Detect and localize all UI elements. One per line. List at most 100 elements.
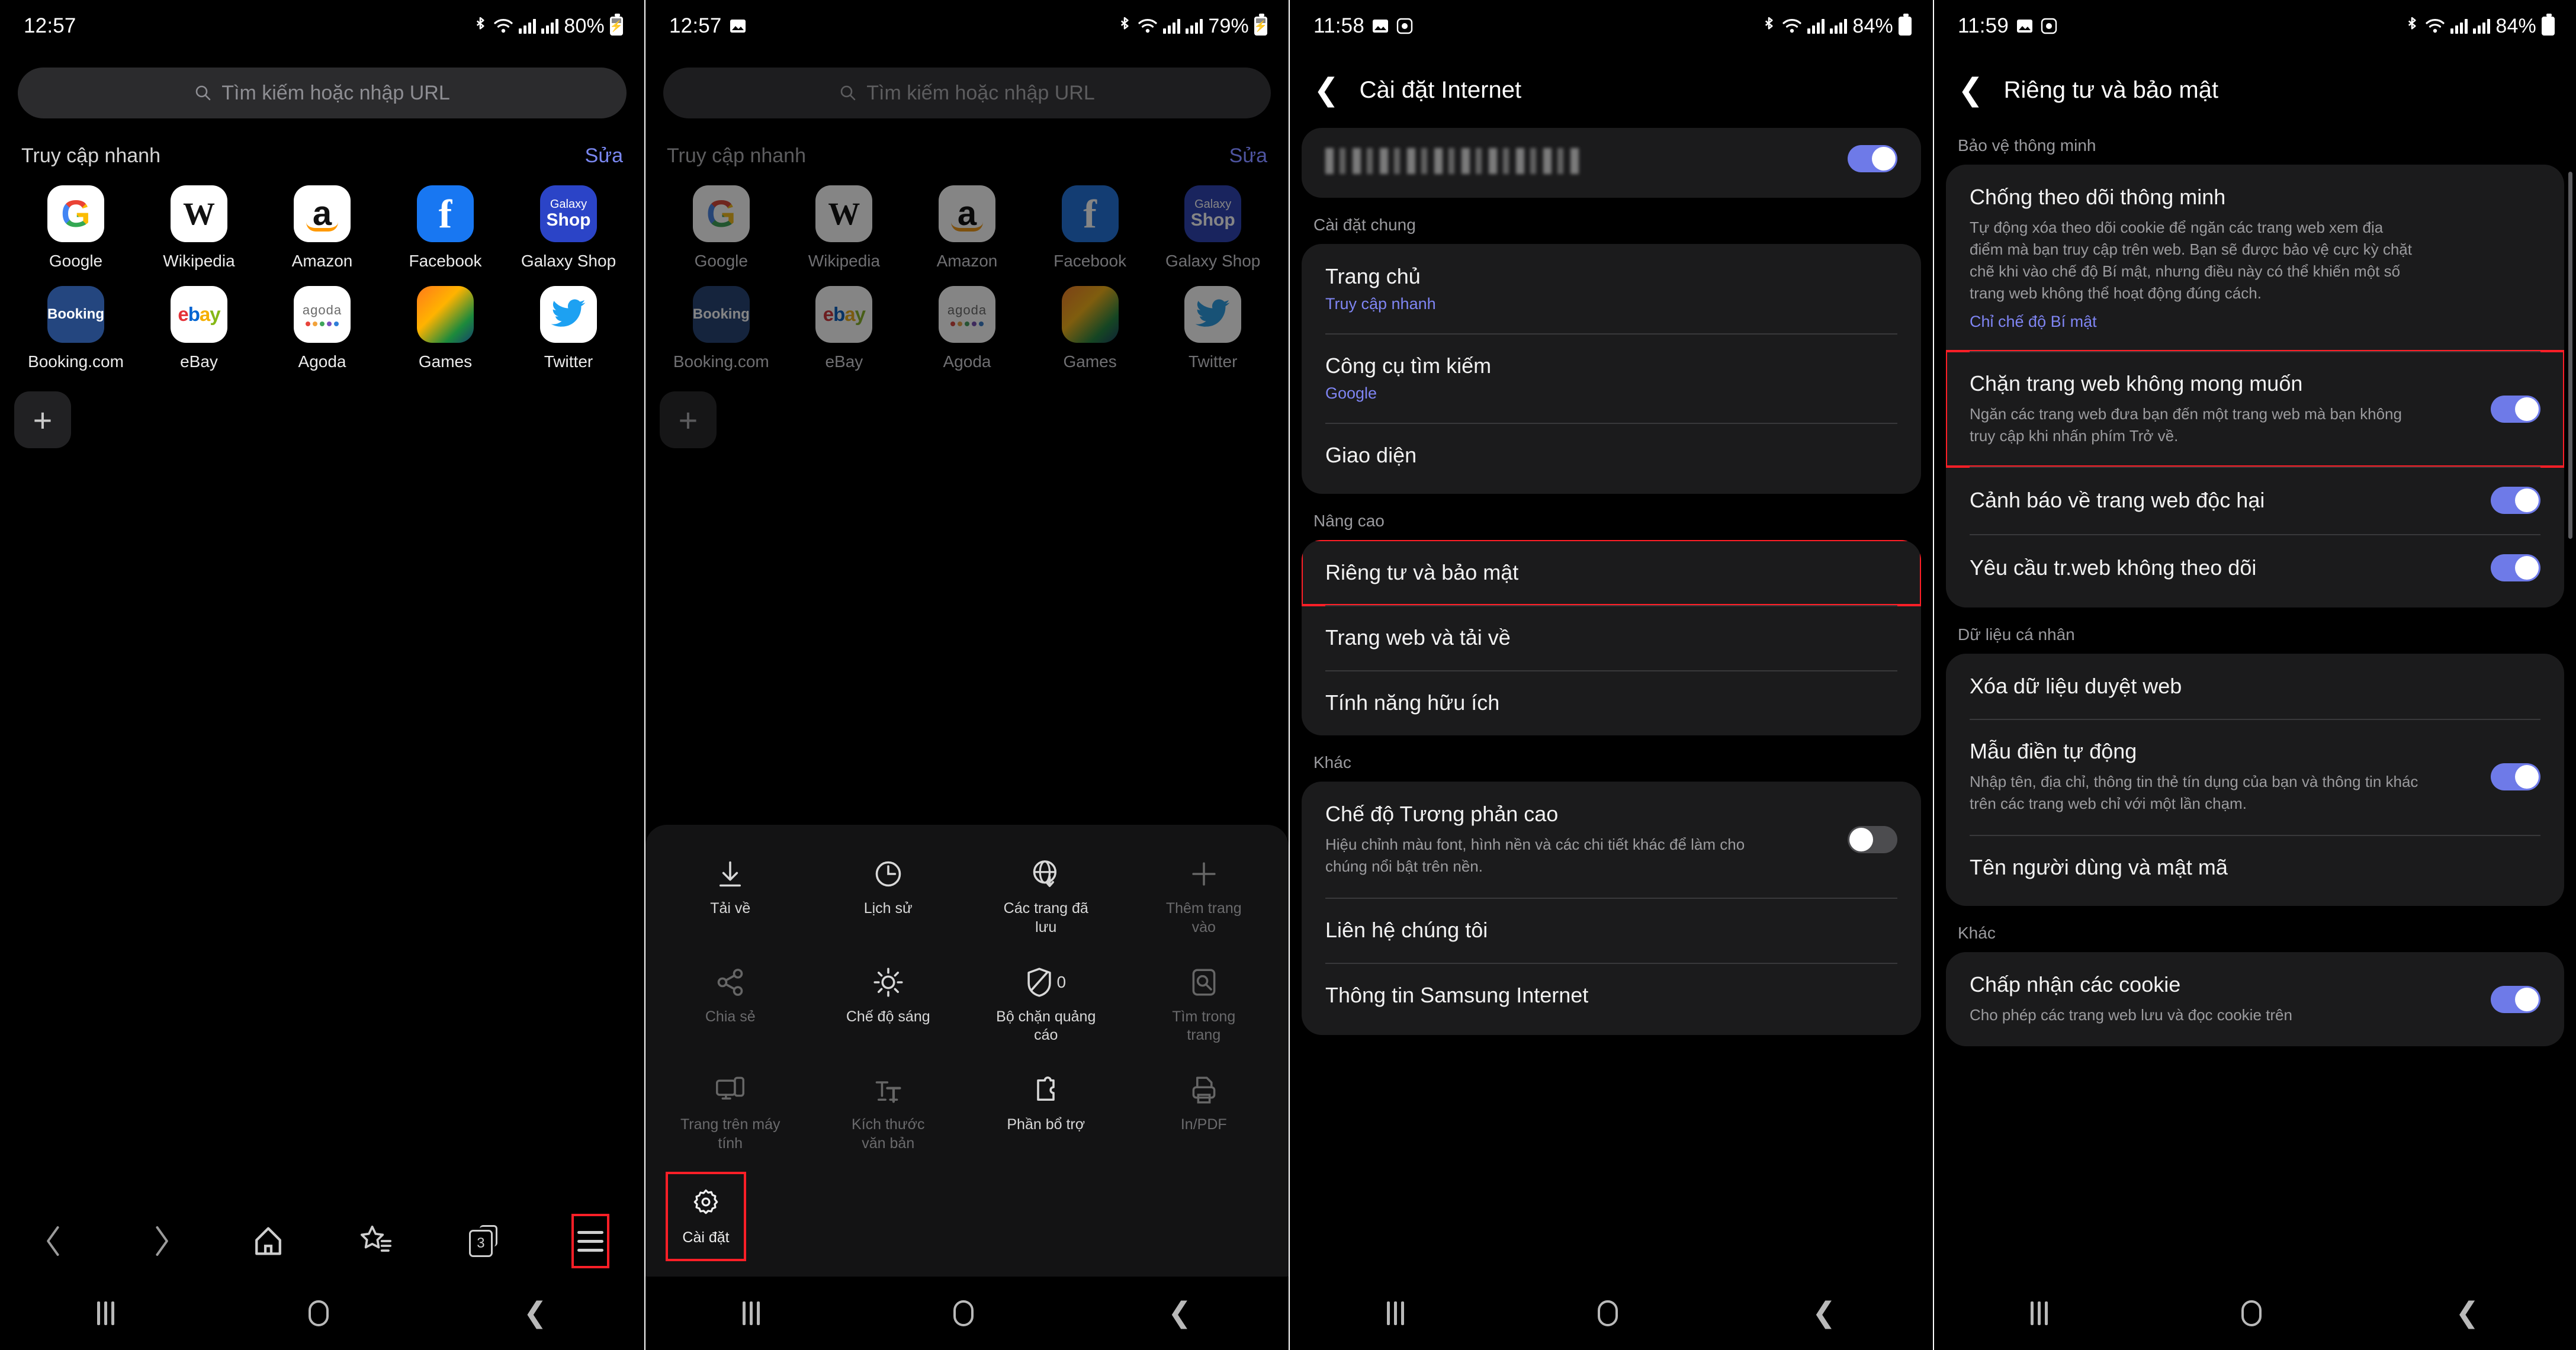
- row-search-engine[interactable]: Công cụ tìm kiếm Google: [1302, 333, 1921, 423]
- home-button-icon[interactable]: [2241, 1300, 2262, 1326]
- forward-button[interactable]: [107, 1224, 214, 1258]
- quick-access-item-games[interactable]: Games: [384, 286, 507, 371]
- add-quick-access-button[interactable]: +: [14, 391, 71, 448]
- high-contrast-toggle[interactable]: [1848, 825, 1897, 853]
- section-personal-data: Xóa dữ liệu duyệt web Mẫu điền tự động N…: [1946, 654, 2564, 907]
- row-privacy-and-security[interactable]: Riêng tư và bảo mật: [1302, 540, 1921, 606]
- battery-charging-icon: [610, 14, 623, 36]
- back-button-icon[interactable]: ❮: [523, 1299, 547, 1328]
- section-label-smart-protection: Bảo vệ thông minh: [1958, 136, 2096, 155]
- row-do-not-track[interactable]: Yêu cầu tr.web không theo dõi: [1946, 534, 2564, 608]
- row-accept-cookies[interactable]: Chấp nhận các cookie Cho phép các trang …: [1946, 952, 2564, 1046]
- menu-item-settings[interactable]: Cài đặt: [666, 1171, 746, 1261]
- row-smart-anti-tracking[interactable]: Chống theo dõi thông minh Tự động xóa th…: [1946, 165, 2564, 351]
- quick-access-edit-button[interactable]: Sửa: [585, 144, 623, 168]
- section-label-general: Cài đặt chung: [1313, 216, 1416, 234]
- recent-apps-icon[interactable]: [742, 1301, 760, 1325]
- quick-access-item-agoda[interactable]: agoda Agoda: [261, 286, 384, 371]
- highlight-box: [571, 1214, 610, 1268]
- quick-access-item-google[interactable]: G Google: [14, 185, 137, 271]
- quick-access-item-google[interactable]: G Google: [660, 185, 783, 271]
- back-chevron-icon[interactable]: ❮: [1958, 75, 1984, 105]
- add-quick-access-button[interactable]: +: [660, 391, 717, 448]
- accept-cookies-toggle[interactable]: [2491, 985, 2540, 1013]
- quick-access-item-facebook[interactable]: f Facebook: [1029, 185, 1152, 271]
- home-button-icon[interactable]: [309, 1300, 329, 1326]
- quick-access-item-wikipedia[interactable]: W Wikipedia: [783, 185, 906, 271]
- menu-item-history[interactable]: Lịch sử: [810, 846, 968, 950]
- back-button-icon[interactable]: ❮: [1168, 1299, 1191, 1328]
- block-unwanted-websites-toggle[interactable]: [2491, 395, 2540, 423]
- row-title: Trang web và tải về: [1325, 625, 1511, 650]
- menu-item-desktop-site[interactable]: Trang trên máy tính: [651, 1062, 810, 1166]
- history-clock-icon: [873, 857, 904, 891]
- row-usernames-and-passwords[interactable]: Tên người dùng và mật mã: [1946, 835, 2564, 906]
- quick-access-label: Galaxy Shop: [521, 252, 616, 270]
- row-homepage[interactable]: Trang chủ Truy cập nhanh: [1302, 244, 1921, 333]
- quick-access-label: Twitter: [1188, 352, 1238, 371]
- autofill-toggle[interactable]: [2491, 763, 2540, 791]
- row-link[interactable]: Chỉ chế độ Bí mật: [1970, 313, 2540, 331]
- back-button-icon[interactable]: ❮: [2455, 1299, 2479, 1328]
- menu-item-print-pdf[interactable]: In/PDF: [1125, 1062, 1283, 1166]
- malicious-site-warning-toggle[interactable]: [2491, 487, 2540, 515]
- quick-access-item-ebay[interactable]: ebay eBay: [137, 286, 261, 371]
- row-autofill-forms[interactable]: Mẫu điền tự động Nhập tên, địa chỉ, thôn…: [1946, 719, 2564, 835]
- quick-access-item-wikipedia[interactable]: W Wikipedia: [137, 185, 261, 271]
- menu-item-add-page-to[interactable]: Thêm trang vào: [1125, 846, 1283, 950]
- quick-access-item-ebay[interactable]: ebay eBay: [783, 286, 906, 371]
- quick-access-item-booking[interactable]: Booking Booking.com: [660, 286, 783, 371]
- recent-apps-icon[interactable]: [2031, 1301, 2048, 1325]
- menu-item-text-size[interactable]: Kích thước văn bản: [810, 1062, 968, 1166]
- back-chevron-icon[interactable]: ❮: [1313, 75, 1340, 105]
- screen-browser-home: 12:57 80% Tìm kiếm hoặc nhập URL: [0, 0, 644, 1350]
- row-high-contrast-mode[interactable]: Chế độ Tương phản cao Hiệu chỉnh màu fon…: [1302, 782, 1921, 898]
- quick-access-item-facebook[interactable]: f Facebook: [384, 185, 507, 271]
- quick-access-item-games[interactable]: Games: [1029, 286, 1152, 371]
- recent-apps-icon[interactable]: [97, 1301, 115, 1325]
- menu-button[interactable]: [537, 1214, 644, 1268]
- menu-item-saved-pages[interactable]: Các trang đã lưu: [967, 846, 1125, 950]
- quick-access-item-twitter[interactable]: Twitter: [1151, 286, 1274, 371]
- gear-icon: [690, 1185, 721, 1219]
- menu-item-add-ons[interactable]: Phần bổ trợ: [967, 1062, 1125, 1166]
- menu-item-share[interactable]: Chia sẻ: [651, 954, 810, 1058]
- row-block-unwanted-websites[interactable]: Chặn trang web không mong muốn Ngăn các …: [1946, 349, 2564, 468]
- home-button-icon[interactable]: [953, 1300, 974, 1326]
- quick-access-edit-button[interactable]: Sửa: [1229, 144, 1267, 168]
- recent-apps-icon[interactable]: [1386, 1301, 1404, 1325]
- do-not-track-toggle[interactable]: [2491, 554, 2540, 582]
- quick-access-item-galaxy-shop[interactable]: Galaxy Shop Galaxy Shop: [507, 185, 630, 271]
- back-button[interactable]: [0, 1224, 107, 1258]
- quick-access-item-galaxy-shop[interactable]: Galaxy Shop Galaxy Shop: [1151, 185, 1274, 271]
- row-useful-features[interactable]: Tính năng hữu ích: [1302, 670, 1921, 735]
- menu-item-light-mode[interactable]: Chế độ sáng: [810, 954, 968, 1058]
- quick-access-item-amazon[interactable]: a Amazon: [261, 185, 384, 271]
- home-button-icon[interactable]: [1598, 1300, 1618, 1326]
- quick-access-item-booking[interactable]: Booking Booking.com: [14, 286, 137, 371]
- menu-item-downloads[interactable]: Tải về: [651, 846, 810, 950]
- row-delete-browsing-data[interactable]: Xóa dữ liệu duyệt web: [1946, 654, 2564, 719]
- menu-item-find-in-page[interactable]: Tìm trong trang: [1125, 954, 1283, 1058]
- back-button-icon[interactable]: ❮: [1812, 1299, 1836, 1328]
- home-button[interactable]: [215, 1224, 322, 1258]
- quick-access-item-agoda[interactable]: agoda Agoda: [905, 286, 1029, 371]
- row-contact-us[interactable]: Liên hệ chúng tôi: [1302, 897, 1921, 963]
- quick-access-item-twitter[interactable]: Twitter: [507, 286, 630, 371]
- vertical-scrollbar[interactable]: [2568, 172, 2572, 539]
- bookmarks-star-icon[interactable]: [322, 1224, 429, 1258]
- quick-access-label: Facebook: [1053, 252, 1127, 270]
- row-layout[interactable]: Giao diện: [1302, 423, 1921, 494]
- row-about-samsung-internet[interactable]: Thông tin Samsung Internet: [1302, 962, 1921, 1035]
- search-input[interactable]: Tìm kiếm hoặc nhập URL: [663, 68, 1271, 118]
- screen-recorder-icon: [1396, 18, 1413, 34]
- ad-block-count: 0: [1056, 972, 1067, 991]
- row-sites-and-downloads[interactable]: Trang web và tải về: [1302, 605, 1921, 670]
- menu-item-ad-blocker[interactable]: 0 Bộ chặn quảng cáo: [967, 954, 1125, 1058]
- account-row[interactable]: [1302, 128, 1921, 198]
- account-toggle[interactable]: [1848, 145, 1897, 172]
- quick-access-item-amazon[interactable]: a Amazon: [905, 185, 1029, 271]
- tabs-button[interactable]: 3: [429, 1225, 537, 1257]
- search-input[interactable]: Tìm kiếm hoặc nhập URL: [18, 68, 627, 118]
- row-malicious-site-warning[interactable]: Cảnh báo về trang web độc hại: [1946, 467, 2564, 534]
